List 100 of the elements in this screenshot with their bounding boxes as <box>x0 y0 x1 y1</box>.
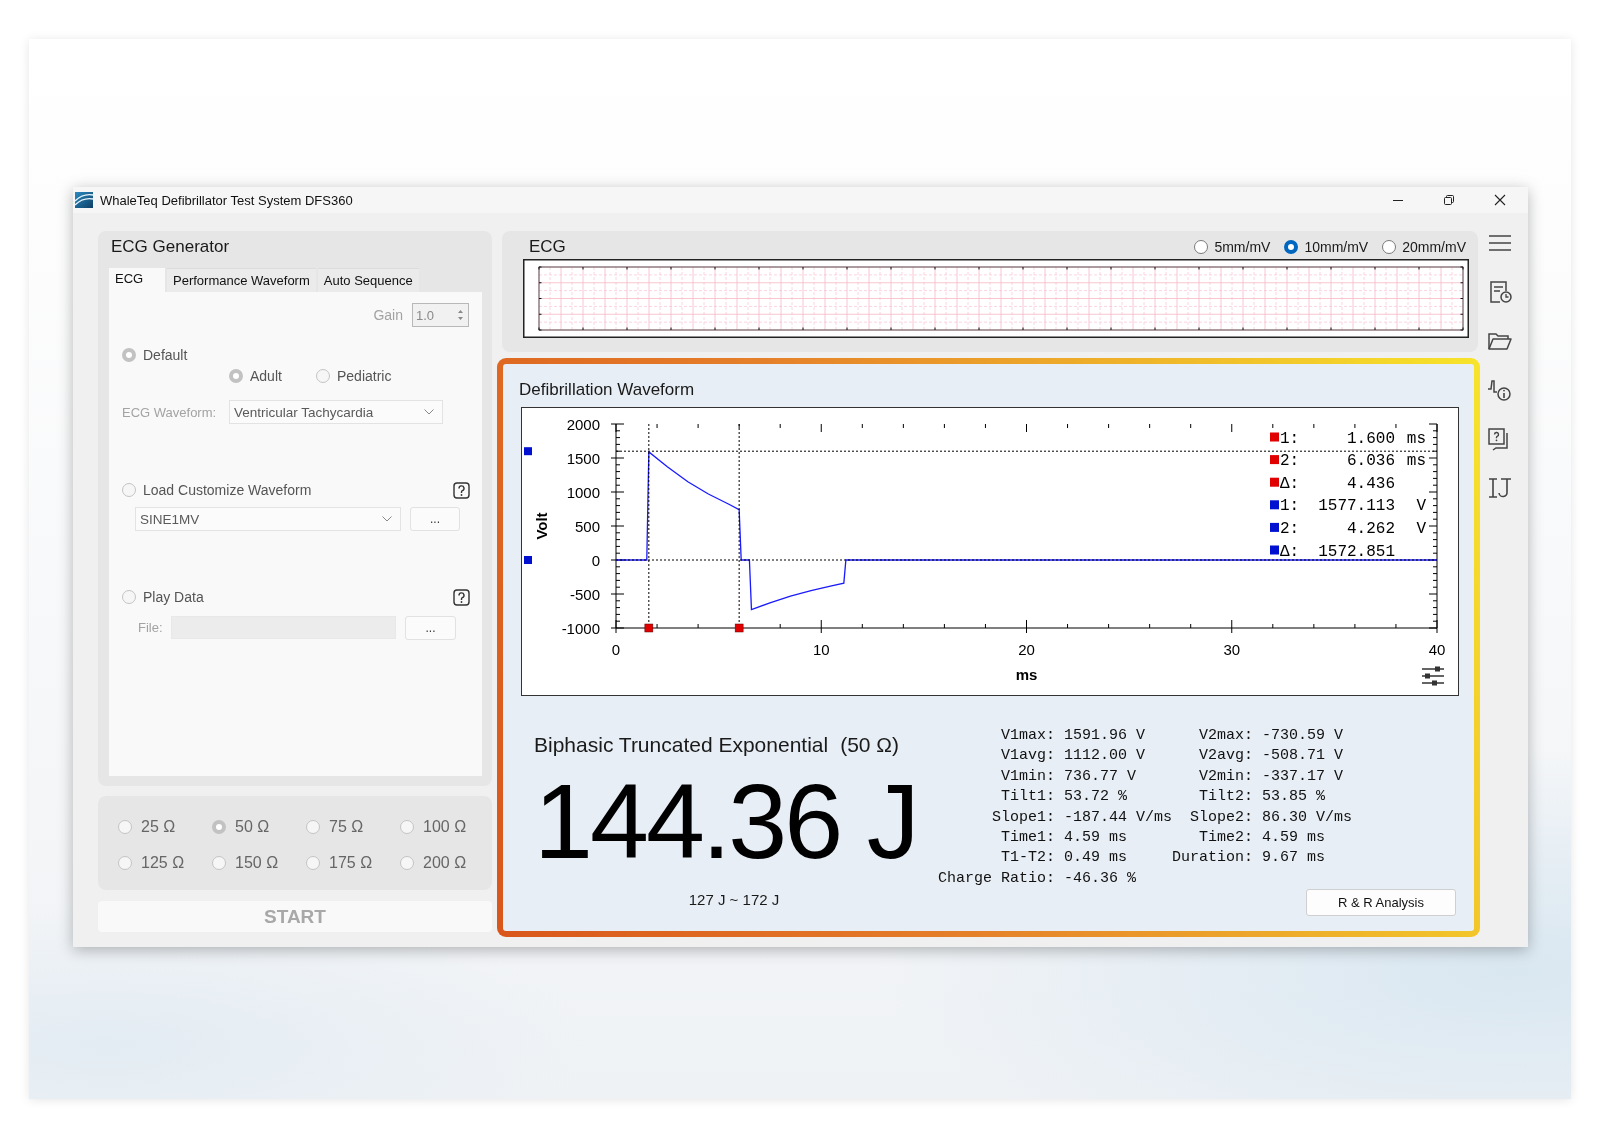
radio-label: 150 Ω <box>235 854 279 872</box>
radio-label: 50 Ω <box>235 818 270 836</box>
readout-label: Δ: <box>1280 474 1300 493</box>
waveform-info-icon[interactable] <box>1487 378 1513 402</box>
radio-button[interactable] <box>1382 240 1397 254</box>
stat-value: -508.71 V <box>1262 746 1345 767</box>
cursor-handle[interactable] <box>644 623 654 633</box>
stat-label: V1avg: <box>1000 746 1057 767</box>
waveform-type: Biphasic Truncated Exponential <box>534 732 829 758</box>
stat-label: Slope1: <box>991 807 1057 828</box>
radio-label: Play Data <box>143 589 204 605</box>
app-logo-icon <box>75 192 93 208</box>
axis-tick-label: 1500 <box>566 449 600 467</box>
stat-label: V1min: <box>1000 766 1057 787</box>
stat-value: -187.44 V/ms <box>1064 807 1173 828</box>
restore-icon <box>1442 194 1455 206</box>
stat-label: V2avg: <box>1198 746 1255 767</box>
readout-value: 4.436 <box>1347 474 1395 493</box>
spinner-arrows-icon <box>457 308 464 322</box>
axis-title: ms <box>1015 666 1038 683</box>
stat-label: V2min: <box>1198 766 1255 787</box>
stat-label: Tilt1: <box>1000 787 1057 808</box>
cursor-handle[interactable] <box>524 556 532 564</box>
radio-label: 20mm/mV <box>1402 239 1466 255</box>
radio-label: Adult <box>250 368 282 384</box>
stat-label: T1-T2: <box>1000 848 1057 869</box>
readout-label: 1: <box>1280 497 1300 516</box>
axis-tick-label: 40 <box>1428 641 1446 658</box>
stat-value: 736.77 V <box>1064 766 1138 787</box>
cursor-line[interactable] <box>615 559 1438 561</box>
close-icon <box>1493 194 1506 206</box>
stat-label: Charge Ratio: <box>938 868 1057 889</box>
stat-value: -730.59 V <box>1262 726 1345 746</box>
document-clock-icon[interactable] <box>1487 280 1513 304</box>
radio-button[interactable] <box>1284 240 1299 254</box>
stat-value: 1112.00 V <box>1064 746 1147 767</box>
axis-tick-label: 1000 <box>566 483 600 501</box>
axis-tick-label: 0 <box>591 551 600 569</box>
stat-label: Time1: <box>1000 828 1057 849</box>
readout-value: 4.262 <box>1347 519 1395 538</box>
stat-value: 4.59 ms <box>1262 828 1327 849</box>
axis-title: Volt <box>533 512 550 540</box>
stat-label: Duration: <box>1172 848 1255 869</box>
axis-tick-label: 0 <box>611 641 621 658</box>
stat-value: 0.49 ms <box>1064 848 1129 869</box>
axis-tick-label: 10 <box>812 641 830 658</box>
load-value: (50 Ω) <box>840 732 900 758</box>
axis-tick-label: 2000 <box>566 415 600 433</box>
radio-label: 100 Ω <box>423 818 467 836</box>
readout-unit: V <box>1416 497 1426 516</box>
radio-label: 10mm/mV <box>1304 239 1369 255</box>
radio-label: Load Customize Waveform <box>143 482 312 498</box>
stat-value: 9.67 ms <box>1262 848 1327 869</box>
stat-value: 4.59 ms <box>1064 828 1129 849</box>
radio-button[interactable] <box>1194 240 1209 254</box>
stat-value: 53.72 % <box>1064 787 1129 808</box>
readout-label: 2: <box>1280 519 1300 538</box>
field-label: File: <box>138 620 164 635</box>
cursor-line[interactable] <box>615 450 1438 452</box>
stat-value: -337.17 V <box>1262 766 1345 787</box>
radio-label: 5mm/mV <box>1214 239 1271 255</box>
axis-tick-label: 500 <box>574 517 600 535</box>
panel-title: Defibrillation Waveform <box>519 379 695 401</box>
cursor-handle[interactable] <box>734 623 744 633</box>
readout-value: 6.036 <box>1347 452 1395 471</box>
sliders-icon[interactable] <box>1421 665 1445 687</box>
axis-tick-label: 30 <box>1223 641 1241 658</box>
stat-label: Tilt2: <box>1198 787 1255 808</box>
readout-value: 1.600 <box>1347 429 1395 448</box>
analysis-button[interactable]: R & R Analysis <box>1306 889 1456 917</box>
panel-title: ECG <box>529 237 566 257</box>
readout-unit: ms <box>1406 452 1426 471</box>
stat-value: -46.36 % <box>1064 868 1138 889</box>
radio-label: 25 Ω <box>141 818 176 836</box>
stat-label: Slope2: <box>1189 807 1255 828</box>
ij-symbol-icon[interactable] <box>1487 476 1513 500</box>
radio-label: Pediatric <box>337 368 392 384</box>
stat-value: 1591.96 V <box>1064 726 1147 746</box>
radio-label: 125 Ω <box>141 854 185 872</box>
radio-label: 200 Ω <box>423 854 467 872</box>
cursor-handle[interactable] <box>524 447 532 456</box>
stat-label: V1max: <box>1000 726 1057 746</box>
readout-label: 1: <box>1280 429 1300 448</box>
chevron-down-icon <box>424 409 434 415</box>
stat-value: 53.85 % <box>1262 787 1327 808</box>
radio-label: Default <box>143 347 188 363</box>
panel-title: ECG Generator <box>110 236 230 258</box>
radio-label: 175 Ω <box>329 854 373 872</box>
readout-unit: ms <box>1406 429 1426 448</box>
field-label: ECG Waveform: <box>122 404 218 420</box>
field-label: Gain <box>373 307 403 323</box>
energy-range: 127 J ~ 172 J <box>688 891 780 909</box>
axis-tick-label: -1000 <box>561 619 600 637</box>
chevron-down-icon <box>382 516 392 522</box>
window-title: WhaleTeq Defibrillator Test System DFS360 <box>100 192 353 208</box>
axis-tick-label: -500 <box>569 585 600 603</box>
stat-value: 86.30 V/ms <box>1262 807 1353 828</box>
readout-value: 1577.113 <box>1318 497 1395 516</box>
energy-reading: 144.36 J <box>534 768 917 874</box>
stat-label: V2max: <box>1198 726 1255 746</box>
